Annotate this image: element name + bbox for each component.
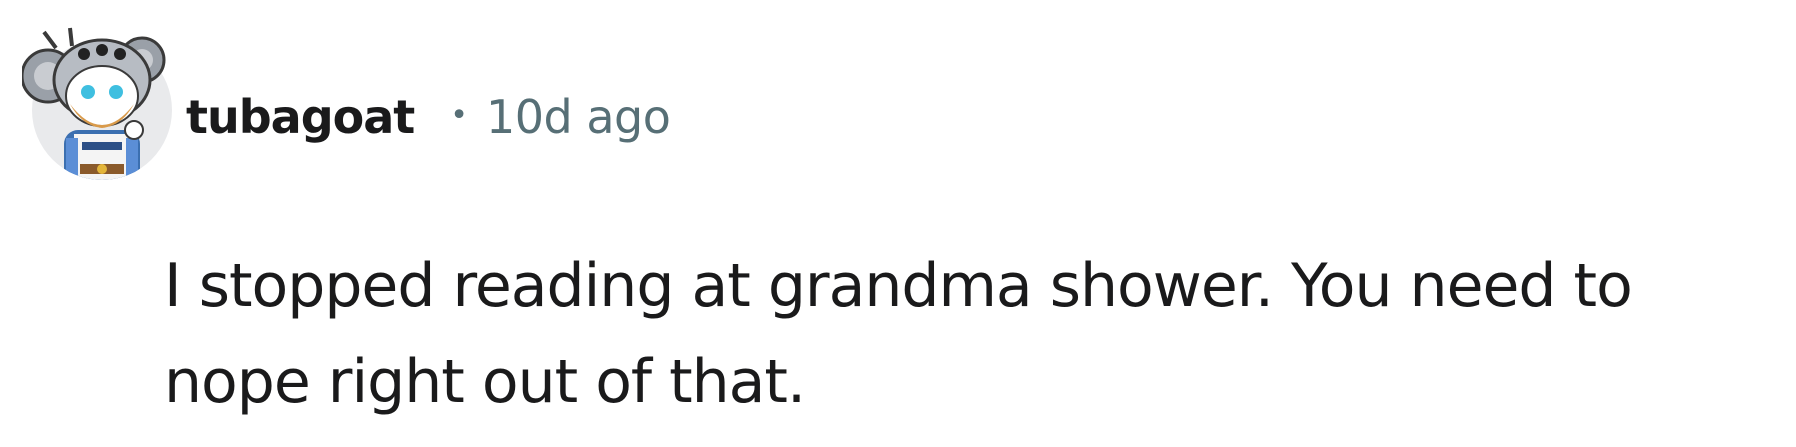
comment-card: tubagoat • 10d ago I stopped reading at …	[0, 0, 1796, 447]
koala-snoo-avatar-icon	[20, 27, 172, 180]
comment-meta: tubagoat • 10d ago	[186, 82, 671, 152]
meta-separator: •	[450, 97, 468, 133]
comment-body: I stopped reading at grandma shower. You…	[164, 251, 1633, 417]
avatar[interactable]	[20, 18, 182, 188]
username-link[interactable]: tubagoat	[186, 90, 415, 144]
timestamp[interactable]: 10d ago	[486, 90, 671, 144]
